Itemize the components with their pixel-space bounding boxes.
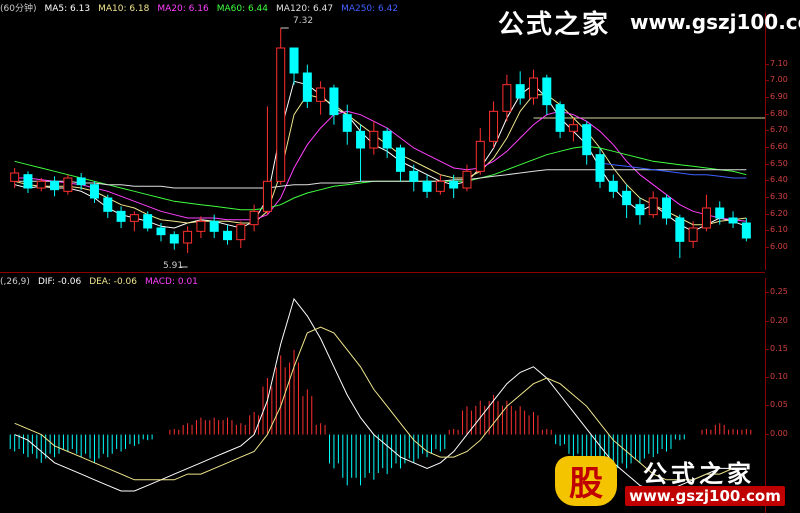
candle-body: [422, 180, 432, 192]
candle-body: [648, 197, 658, 216]
ma-line-ma120: [14, 169, 747, 189]
candle-body: [63, 177, 73, 192]
axis-tick-label: 0.20: [765, 315, 788, 325]
candle-body: [462, 170, 472, 189]
candle-body: [435, 180, 445, 192]
low-price-label: 5.91: [163, 261, 184, 271]
axis-tick-label: 6.50: [765, 158, 788, 168]
axis-tick-label: 6.80: [765, 108, 788, 118]
ma-line-ma60: [14, 145, 747, 211]
candle-body: [116, 210, 126, 222]
axis-tick-label: 0.15: [765, 343, 788, 353]
axis-tick-label: 6.10: [765, 225, 788, 235]
candle-body: [409, 170, 419, 182]
candle-body: [595, 154, 605, 182]
axis-tick-label: 6.60: [765, 142, 788, 151]
candle-body: [23, 174, 33, 189]
candle-body: [36, 180, 46, 189]
candle-body: [276, 47, 286, 182]
candle-body: [89, 184, 99, 199]
axis-tick-label: 6.30: [765, 192, 788, 201]
candle-body: [728, 217, 738, 224]
candle-body: [103, 197, 113, 212]
candle-body: [741, 222, 751, 239]
candle-body: [529, 77, 538, 99]
candle-body: [143, 214, 153, 229]
price-axis: 7.10 7.00 6.90 6.80 6.70 6.60 6.50 6.40 6.30 6.20…: [765, 13, 800, 270]
axis-tick-label: 6.20: [765, 208, 788, 218]
axis-tick-label: 6.40: [765, 175, 788, 185]
candle-body: [542, 77, 552, 106]
candle-body: [715, 207, 725, 219]
axis-tick-label: 0.00: [765, 428, 788, 438]
candle-body: [183, 230, 193, 244]
candle-body: [129, 214, 139, 222]
candle-body: [582, 124, 592, 156]
candle-body: [302, 72, 312, 102]
watermark-site-name: 公式之家: [498, 10, 611, 40]
axis-tick-label: 6.70: [765, 125, 788, 135]
candle-body: [369, 130, 379, 149]
candle-body: [156, 227, 166, 236]
candle-body: [675, 217, 685, 242]
axis-tick-label: 0.10: [765, 372, 788, 382]
candle-body: [489, 110, 499, 142]
candle-body: [50, 180, 60, 191]
candle-body: [608, 180, 618, 192]
candle-body: [555, 104, 565, 132]
axis-tick-label: 6.00: [765, 242, 788, 251]
axis-tick-label: 6.90: [765, 92, 788, 101]
candle-body: [568, 124, 578, 132]
candle-body: [395, 147, 405, 172]
candle-body: [502, 84, 512, 112]
axis-tick-label: 0.25: [765, 287, 788, 297]
candle-body: [688, 227, 698, 242]
watermark-site-url: www.gszj100.com: [630, 10, 800, 34]
candle-body: [356, 130, 366, 149]
candle-body: [196, 220, 206, 232]
candle-body: [249, 210, 259, 226]
chart-canvas[interactable]: [0, 0, 765, 513]
candle-body: [701, 207, 711, 229]
candle-body: [10, 172, 20, 182]
candle-body: [169, 234, 179, 244]
candle-body: [449, 180, 459, 189]
logo-site-name: 公式之家: [643, 460, 755, 488]
candle-body: [316, 87, 326, 102]
candle-body: [289, 47, 299, 74]
logo-badge-char: 股: [569, 464, 603, 504]
candle-body: [662, 197, 672, 219]
candle-body: [329, 87, 339, 116]
candle-body: [76, 177, 86, 186]
logo-site-url: www.gszj100.com: [625, 486, 785, 506]
candle-body: [635, 204, 645, 216]
candle-body: [622, 190, 632, 206]
axis-tick-label: 0.05: [765, 400, 788, 410]
axis-tick-label: 7.00: [765, 75, 788, 85]
high-price-label: 7.32: [293, 16, 314, 26]
candle-body: [223, 230, 232, 241]
candle-body: [475, 140, 485, 172]
axis-tick-label: 7.10: [765, 58, 788, 68]
candle-body: [262, 180, 272, 212]
candle-body: [209, 220, 219, 232]
candle-body: [382, 130, 392, 149]
candle-body: [236, 224, 246, 241]
candle-body: [342, 114, 352, 132]
candle-body: [515, 84, 525, 99]
watermark-logo: 股 公式之家 www.gszj100.com: [555, 452, 785, 510]
